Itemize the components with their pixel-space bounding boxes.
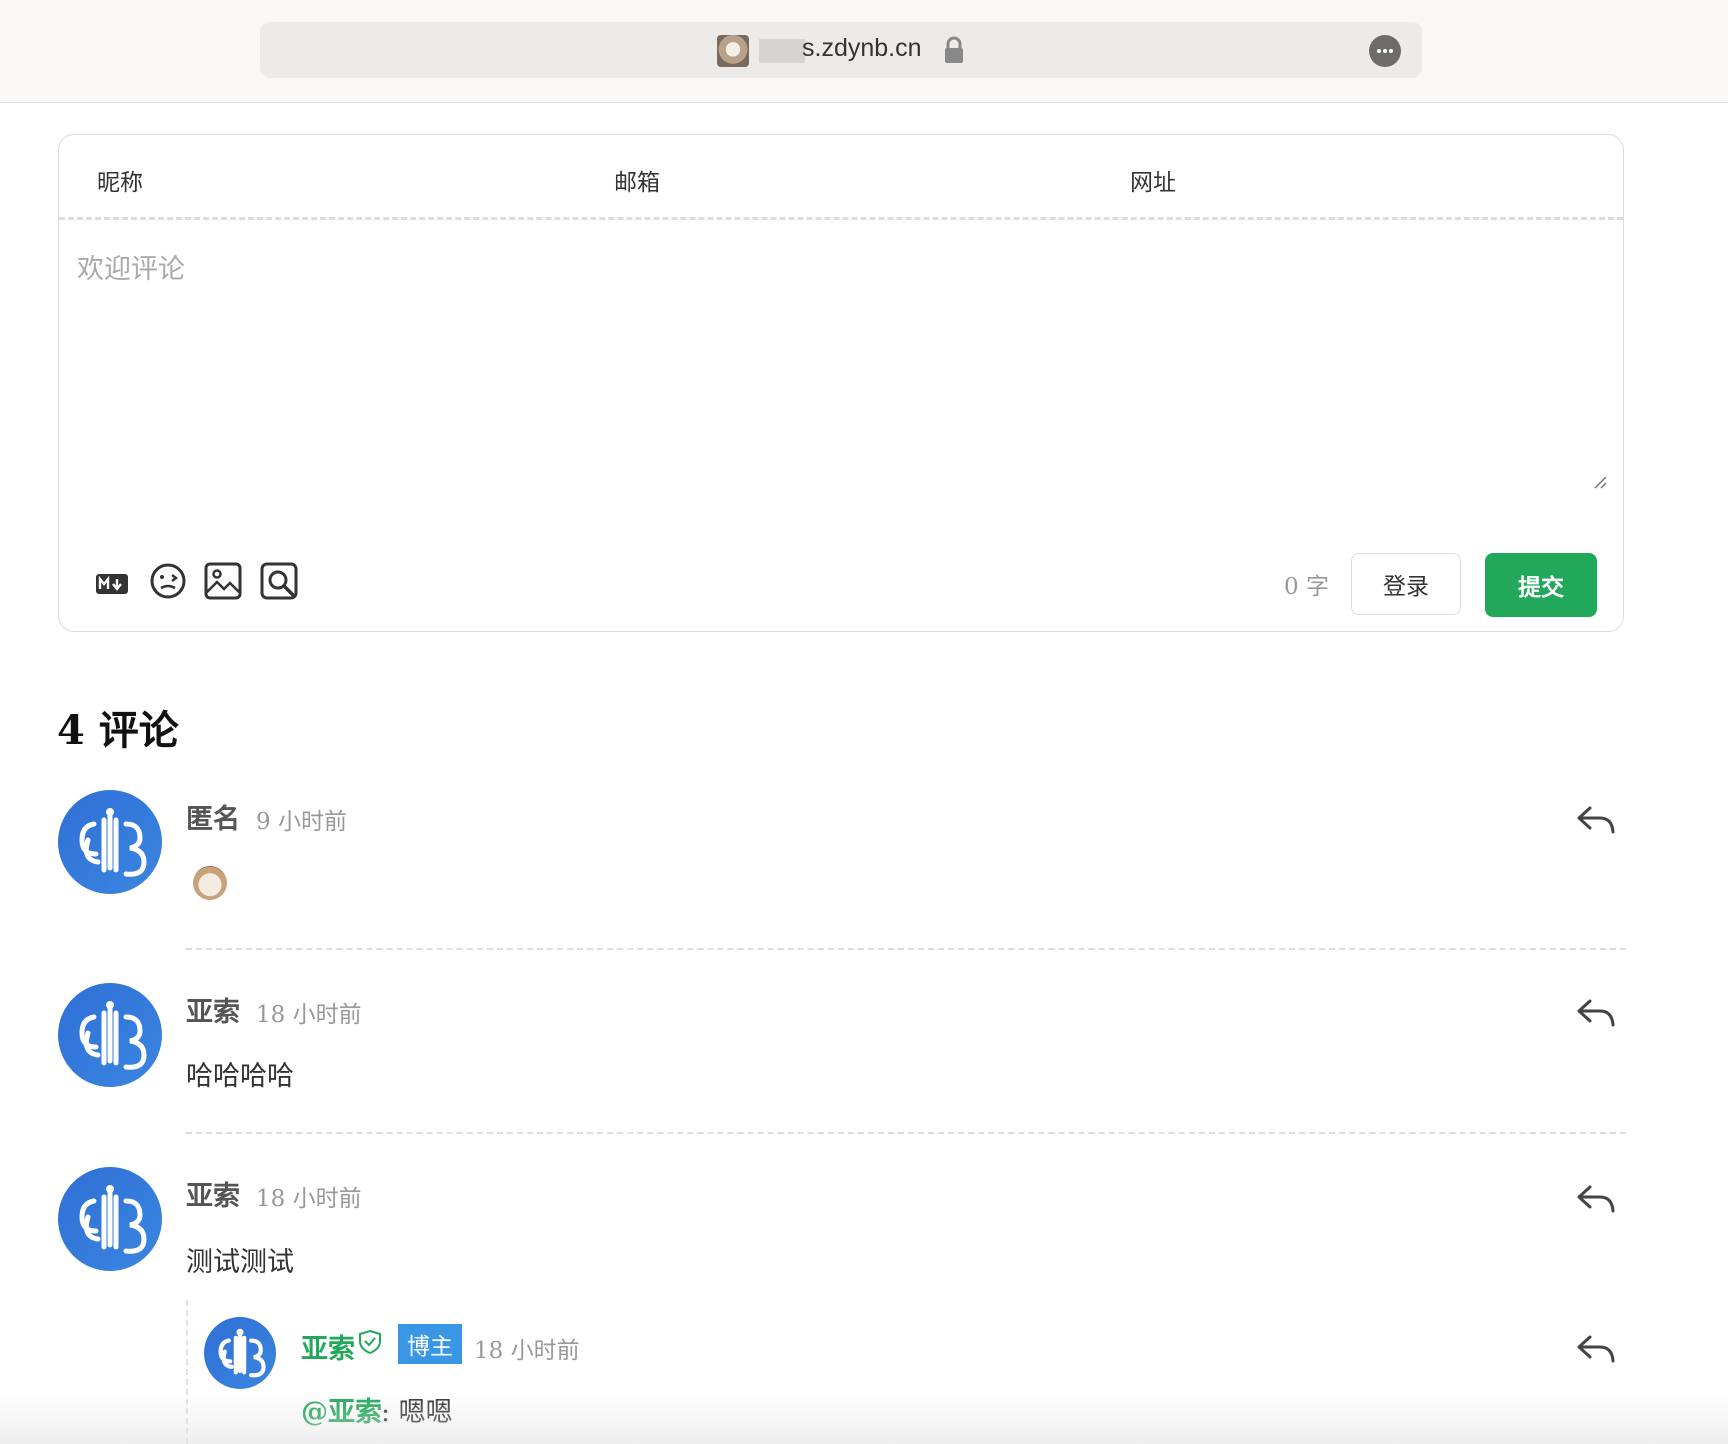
reply-author: 亚索 xyxy=(301,1334,355,1365)
reply-thread-line xyxy=(186,1300,188,1444)
reply-mention[interactable]: @亚索 xyxy=(301,1390,382,1429)
bottom-fade xyxy=(0,1392,1728,1444)
avatar[interactable] xyxy=(58,1167,162,1271)
comment-count-heading: 4 评论 xyxy=(57,707,179,754)
comment-form: 昵称 邮箱 网址 欢迎评论 0 字 登录 提交 xyxy=(58,134,1624,632)
avatar[interactable] xyxy=(204,1317,276,1389)
avatar-logo-icon xyxy=(79,1185,147,1254)
cat-emoji-icon xyxy=(193,866,227,900)
redacted-subdomain xyxy=(759,39,805,63)
markdown-icon[interactable] xyxy=(95,573,129,595)
resize-handle-icon[interactable] xyxy=(1593,475,1607,489)
reply-body: : 嗯嗯 xyxy=(381,1397,453,1428)
nickname-field[interactable]: 昵称 xyxy=(97,163,143,197)
comment-body: 哈哈哈哈 xyxy=(186,1061,294,1092)
comment-time: 18 小时前 xyxy=(256,1002,362,1028)
emoji-icon[interactable] xyxy=(149,562,187,600)
comment-textarea[interactable]: 欢迎评论 xyxy=(77,247,185,286)
image-icon[interactable] xyxy=(204,562,242,600)
verified-shield-icon xyxy=(359,1329,381,1355)
admin-badge: 博主 xyxy=(398,1324,462,1364)
more-icon[interactable] xyxy=(1369,35,1401,67)
comment-divider xyxy=(186,948,1626,950)
comment-author: 亚索 xyxy=(186,1181,240,1212)
avatar-logo-icon xyxy=(79,808,147,877)
comment-time: 18 小时前 xyxy=(256,1186,362,1212)
reply-time: 18 小时前 xyxy=(474,1338,580,1364)
browser-toolbar: s.zdynb.cn xyxy=(0,0,1728,103)
lock-icon xyxy=(945,36,963,63)
avatar-logo-icon xyxy=(79,1001,147,1070)
url-text[interactable]: s.zdynb.cn xyxy=(802,34,922,63)
form-fields: 昵称 邮箱 网址 xyxy=(59,135,1623,220)
avatar-logo-icon xyxy=(218,1328,266,1378)
reply-icon[interactable] xyxy=(1576,995,1616,1029)
comment-time: 9 小时前 xyxy=(256,809,347,835)
site-favicon xyxy=(717,35,749,67)
website-field[interactable]: 网址 xyxy=(1130,163,1176,197)
char-count: 0 字 xyxy=(1284,574,1329,600)
avatar[interactable] xyxy=(58,790,162,894)
reply-icon[interactable] xyxy=(1576,802,1616,836)
login-button[interactable]: 登录 xyxy=(1351,553,1461,615)
email-field[interactable]: 邮箱 xyxy=(614,163,660,197)
reply-icon[interactable] xyxy=(1576,1331,1616,1365)
avatar[interactable] xyxy=(58,983,162,1087)
preview-icon[interactable] xyxy=(260,562,298,600)
reply-icon[interactable] xyxy=(1576,1181,1616,1215)
comment-author: 亚索 xyxy=(186,997,240,1028)
comment-divider xyxy=(186,1132,1626,1134)
address-bar[interactable]: s.zdynb.cn xyxy=(260,22,1422,78)
comment-body: 测试测试 xyxy=(186,1247,294,1278)
comment-author: 匿名 xyxy=(186,804,240,835)
submit-button[interactable]: 提交 xyxy=(1485,553,1597,617)
